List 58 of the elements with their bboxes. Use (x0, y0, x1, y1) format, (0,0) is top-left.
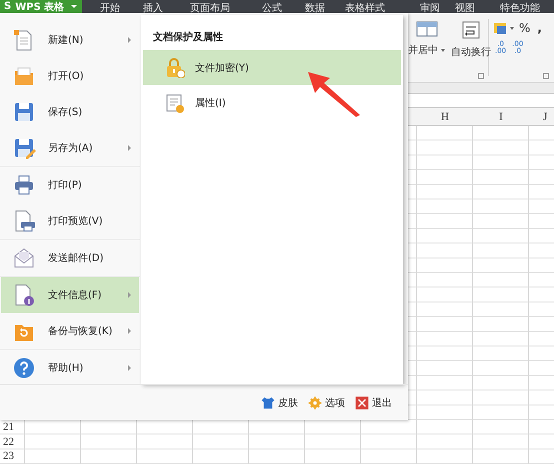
footer-button[interactable]: 皮肤 (261, 396, 298, 410)
menu-item[interactable]: 新建(N) (1, 22, 139, 58)
folder-icon (13, 65, 36, 87)
ribbon-tab[interactable]: 表格样式 (345, 1, 385, 15)
submenu-title: 文档保护及属性 (152, 30, 224, 45)
save-as-icon (13, 137, 36, 159)
save-icon (13, 101, 36, 123)
wrap-text-icon (462, 21, 480, 39)
currency-icon (493, 22, 507, 34)
wrap-text-button[interactable]: 自动换行 (451, 45, 491, 59)
menu-item[interactable]: 打印(P) (1, 167, 139, 203)
column-header[interactable]: I (473, 108, 529, 126)
menu-item[interactable]: 打印预览(V) (1, 203, 139, 239)
caret-icon (71, 5, 77, 8)
percent-button[interactable]: % (517, 21, 530, 35)
dialog-launcher-icon (543, 73, 549, 79)
footer-button[interactable]: 选项 (308, 396, 345, 410)
annotation-arrow (306, 70, 362, 118)
menu-item[interactable]: 备份与恢复(K) (1, 313, 139, 349)
merge-center-button[interactable]: 并居中 (408, 43, 445, 57)
menu-item[interactable]: 保存(S) (1, 94, 139, 130)
ribbon-tab[interactable]: 数据 (305, 1, 325, 15)
ribbon-tab[interactable]: 开始 (100, 1, 120, 15)
ribbon-tab[interactable]: 特色功能 (500, 1, 540, 15)
app-logo: S (4, 1, 12, 12)
lock-icon (165, 58, 185, 78)
footer-button[interactable]: 退出 (355, 396, 392, 410)
menu-item[interactable]: 另存为(A) (1, 130, 139, 166)
app-name: WPS 表格 (15, 0, 64, 14)
help-icon (13, 357, 36, 379)
dialog-launcher-icon (478, 73, 484, 79)
ribbon-tab[interactable]: 视图 (455, 1, 475, 15)
column-header[interactable]: H (417, 108, 473, 126)
merge-cells-icon (416, 21, 438, 37)
caret-icon (510, 26, 514, 30)
column-header[interactable]: J (529, 108, 554, 126)
file-info-icon (13, 284, 36, 306)
row-header[interactable]: 22 (0, 434, 25, 450)
caret-icon (441, 48, 445, 52)
ribbon-tab[interactable]: 页面布局 (190, 1, 230, 15)
shirt-icon (261, 396, 275, 410)
ribbon-tab[interactable]: 插入 (143, 1, 163, 15)
menu-item[interactable]: 发送邮件(D) (1, 240, 139, 276)
properties-icon (165, 92, 185, 112)
ribbon-tab[interactable]: 审阅 (420, 1, 440, 15)
comma-button[interactable]: , (533, 21, 542, 35)
menu-item[interactable]: 帮助(H) (1, 350, 139, 386)
row-header[interactable]: 23 (0, 449, 25, 464)
submenu-item[interactable]: 文件加密(Y) (143, 50, 401, 85)
ribbon-tab[interactable]: 公式 (262, 1, 282, 15)
print-icon (13, 174, 36, 196)
row-header[interactable]: 21 (0, 420, 25, 434)
close-icon (355, 396, 369, 410)
print-preview-icon (13, 210, 36, 232)
mail-icon (13, 247, 36, 269)
menu-item[interactable]: 文件信息(F) (1, 277, 139, 313)
settings-icon (308, 396, 322, 410)
menu-item[interactable]: 打开(O) (1, 58, 139, 94)
